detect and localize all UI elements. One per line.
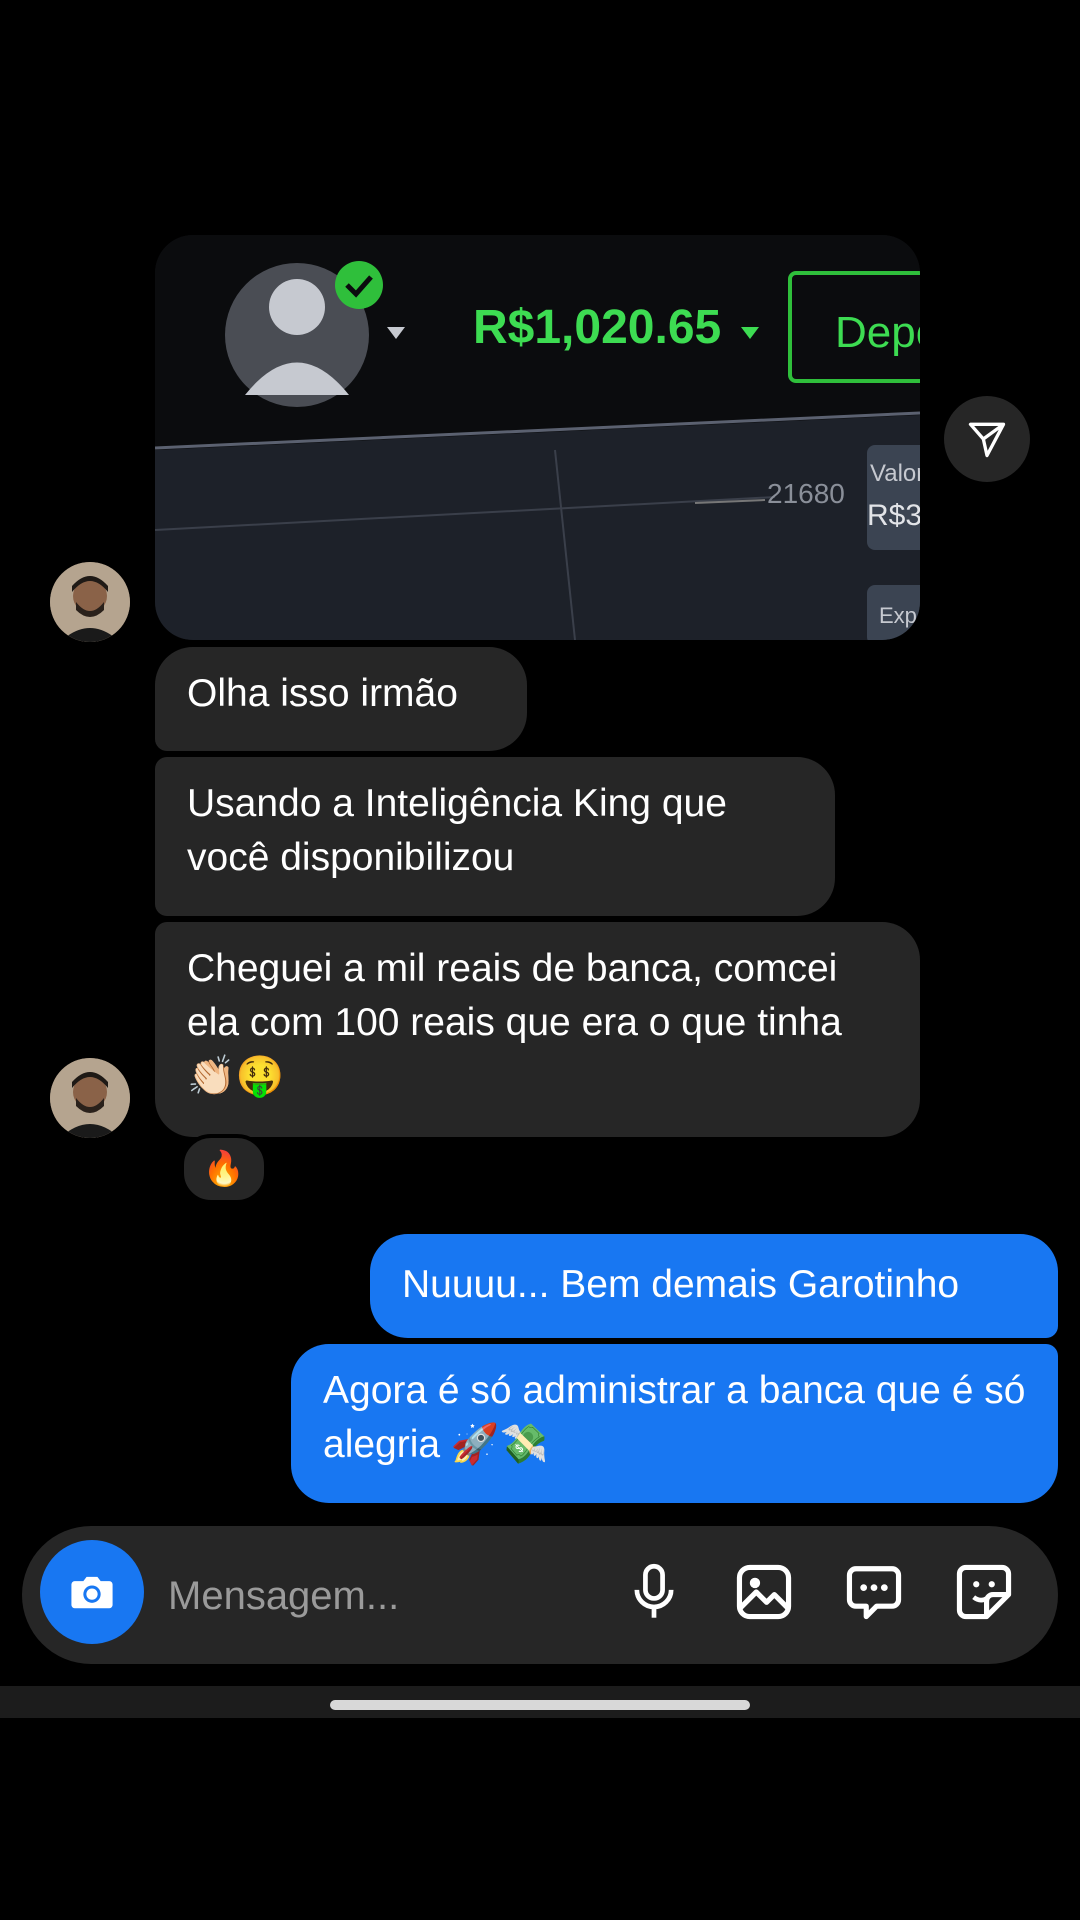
value-panel-label: Valor xyxy=(870,460,920,487)
shared-image[interactable]: R$1,020.65 Depo 21680 Valor R$30 Exp xyxy=(155,235,920,640)
message-reaction[interactable]: 🔥 xyxy=(180,1134,268,1204)
sticker-icon xyxy=(956,1564,1012,1620)
image-icon xyxy=(736,1564,792,1620)
quick-reply-button[interactable] xyxy=(839,1557,909,1627)
message-text: Agora é só administrar a banca que é só … xyxy=(323,1369,1026,1466)
verified-check-icon xyxy=(335,261,383,309)
chart-price-label: 21680 xyxy=(767,478,845,509)
outgoing-message[interactable]: Agora é só administrar a banca que é só … xyxy=(291,1344,1058,1503)
message-text: Olha isso irmão xyxy=(187,672,458,715)
share-button[interactable] xyxy=(944,396,1030,482)
balance-text: R$1,020.65 xyxy=(473,301,721,354)
camera-button[interactable] xyxy=(40,1540,144,1644)
sticker-button[interactable] xyxy=(949,1557,1019,1627)
gallery-button[interactable] xyxy=(729,1557,799,1627)
avatar[interactable] xyxy=(50,562,130,642)
microphone-icon xyxy=(634,1563,674,1618)
incoming-message[interactable]: Cheguei a mil reais de banca, comcei ela… xyxy=(155,922,920,1137)
message-input[interactable] xyxy=(166,1560,600,1632)
fire-emoji: 🔥 xyxy=(202,1150,246,1188)
incoming-message[interactable]: Usando a Inteligência King que você disp… xyxy=(155,757,835,916)
incoming-message[interactable]: Olha isso irmão xyxy=(155,647,527,751)
message-text: Usando a Inteligência King que você disp… xyxy=(187,782,727,879)
message-text: Cheguei a mil reais de banca, comcei ela… xyxy=(187,947,842,1098)
chat-bubble-icon xyxy=(846,1566,902,1620)
value-panel-amount: R$30 xyxy=(867,499,920,532)
paper-plane-icon xyxy=(968,422,1006,458)
home-indicator[interactable] xyxy=(330,1700,750,1710)
message-text: Nuuuu... Bem demais Garotinho xyxy=(402,1263,960,1306)
avatar[interactable] xyxy=(50,1058,130,1138)
deposit-button-label: Depo xyxy=(835,308,920,357)
microphone-button[interactable] xyxy=(619,1557,689,1627)
panel-button-label: Exp xyxy=(879,603,917,628)
camera-icon xyxy=(71,1576,113,1609)
outgoing-message[interactable]: Nuuuu... Bem demais Garotinho xyxy=(370,1234,1058,1338)
